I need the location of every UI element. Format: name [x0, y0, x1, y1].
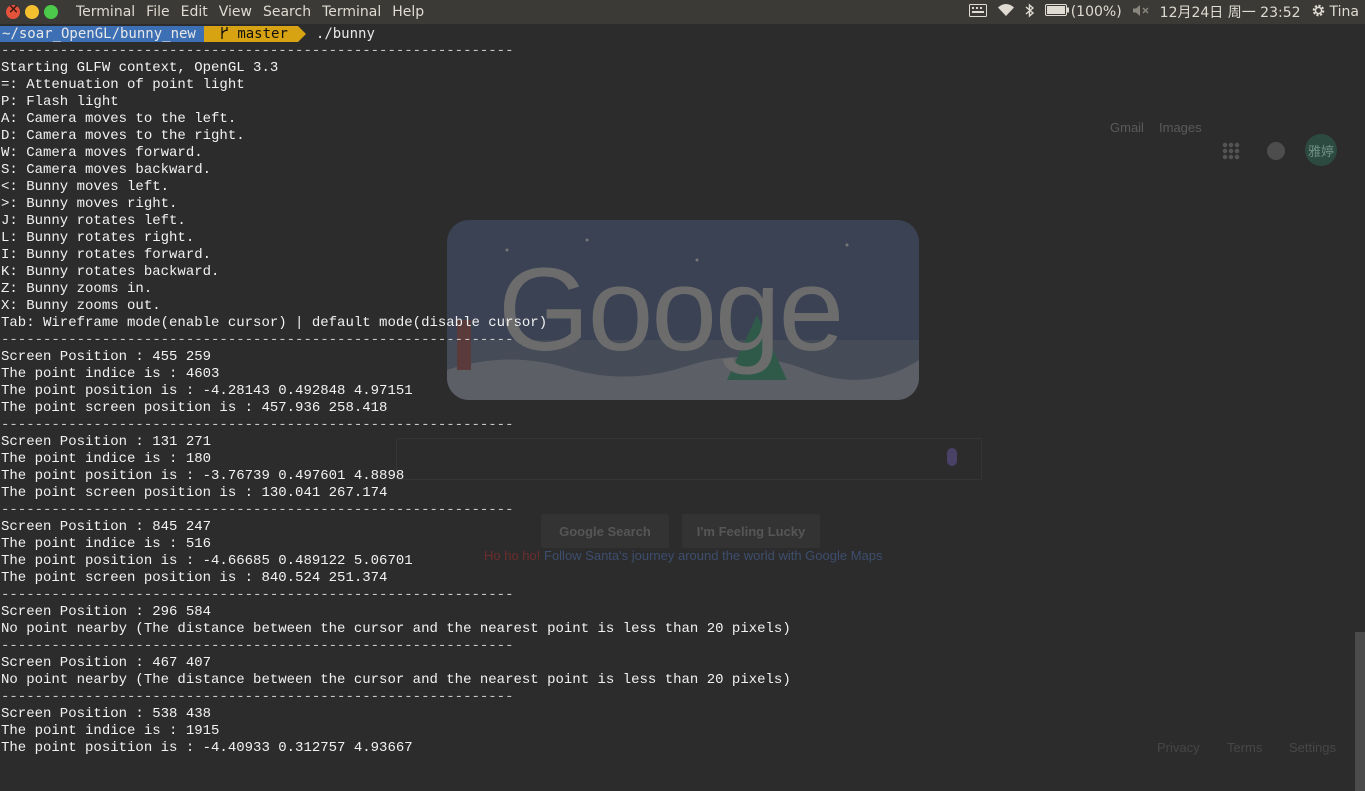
separator-line: ----------------------------------------…: [1, 638, 514, 654]
maximize-window-button[interactable]: [44, 5, 58, 19]
user-name: Tina: [1329, 4, 1359, 20]
menu-help[interactable]: Help: [392, 4, 424, 20]
separator-line: ----------------------------------------…: [1, 587, 514, 603]
menu-edit[interactable]: Edit: [181, 4, 208, 20]
terminal-window[interactable]: ~/soar_OpenGL/bunny_new master ./bunny -…: [0, 24, 1365, 767]
output-line: Screen Position : 845 247: [1, 519, 212, 535]
volume-mute-icon[interactable]: [1132, 4, 1150, 21]
output-line: J: Bunny rotates left.: [1, 213, 186, 229]
output-line: The point position is : -4.66685 0.48912…: [1, 553, 413, 569]
gear-icon: [1311, 3, 1326, 22]
output-line: W: Camera moves forward.: [1, 145, 203, 161]
keyboard-icon[interactable]: [968, 3, 987, 21]
output-line: K: Bunny rotates backward.: [1, 264, 220, 280]
separator-line: ----------------------------------------…: [1, 332, 514, 348]
output-line: The point screen position is : 130.041 2…: [1, 485, 388, 501]
branch-name: master: [237, 26, 288, 42]
output-line: Tab: Wireframe mode(enable cursor) | def…: [1, 315, 548, 331]
minimize-window-button[interactable]: [25, 5, 39, 19]
output-line: The point position is : -4.28143 0.49284…: [1, 383, 413, 399]
top-panel: Terminal File Edit View Search Terminal …: [0, 0, 1365, 24]
output-line: The point indice is : 516: [1, 536, 212, 552]
menu-search[interactable]: Search: [263, 4, 311, 20]
output-line: A: Camera moves to the left.: [1, 111, 237, 127]
output-line: Screen Position : 467 407: [1, 655, 212, 671]
battery-icon[interactable]: [1044, 4, 1069, 20]
separator-line: ----------------------------------------…: [1, 417, 514, 433]
prompt-command: ./bunny: [315, 26, 375, 42]
output-line: D: Camera moves to the right.: [1, 128, 245, 144]
output-line: No point nearby (The distance between th…: [1, 672, 791, 688]
git-branch-icon: [221, 27, 228, 39]
output-line: X: Bunny zooms out.: [1, 298, 161, 314]
output-line: =: Attenuation of point light: [1, 77, 245, 93]
close-window-button[interactable]: [6, 2, 20, 19]
menu-file[interactable]: File: [146, 4, 169, 20]
output-line: The point screen position is : 840.524 2…: [1, 570, 388, 586]
shell-prompt: ~/soar_OpenGL/bunny_new master ./bunny: [0, 26, 375, 42]
menu-terminal[interactable]: Terminal: [322, 4, 381, 20]
bluetooth-icon[interactable]: [1025, 2, 1035, 22]
output-line: >: Bunny moves right.: [1, 196, 178, 212]
output-line: Z: Bunny zooms in.: [1, 281, 153, 297]
output-line: The point position is : -3.76739 0.49760…: [1, 468, 405, 484]
output-line: S: Camera moves backward.: [1, 162, 212, 178]
output-line: The point screen position is : 457.936 2…: [1, 400, 388, 416]
separator-line: ----------------------------------------…: [1, 689, 514, 705]
output-line: The point indice is : 180: [1, 451, 212, 467]
clock[interactable]: 12月24日 周一 23:52: [1160, 2, 1301, 22]
output-line: Screen Position : 296 584: [1, 604, 212, 620]
menu-view[interactable]: View: [219, 4, 252, 20]
output-line: Starting GLFW context, OpenGL 3.3: [1, 60, 279, 76]
output-line: Screen Position : 455 259: [1, 349, 212, 365]
terminal-output: ----------------------------------------…: [1, 43, 791, 757]
output-line: Screen Position : 538 438: [1, 706, 212, 722]
separator-line: ----------------------------------------…: [1, 43, 514, 59]
user-menu[interactable]: Tina: [1311, 3, 1359, 22]
output-line: <: Bunny moves left.: [1, 179, 170, 195]
prompt-path: ~/soar_OpenGL/bunny_new: [0, 26, 212, 42]
prompt-git-branch: master: [203, 26, 306, 42]
output-line: No point nearby (The distance between th…: [1, 621, 791, 637]
wifi-icon[interactable]: [997, 3, 1015, 21]
output-line: The point indice is : 4603: [1, 366, 220, 382]
output-line: I: Bunny rotates forward.: [1, 247, 212, 263]
battery-percentage: (100%): [1070, 4, 1122, 20]
output-line: Screen Position : 131 271: [1, 434, 212, 450]
output-line: The point position is : -4.40933 0.31275…: [1, 740, 413, 756]
menu-app-terminal[interactable]: Terminal: [76, 4, 135, 20]
separator-line: ----------------------------------------…: [1, 502, 514, 518]
system-indicators: (100%) 12月24日 周一 23:52 Tina: [968, 0, 1359, 24]
output-line: L: Bunny rotates right.: [1, 230, 195, 246]
output-line: The point indice is : 1915: [1, 723, 220, 739]
output-line: P: Flash light: [1, 94, 119, 110]
